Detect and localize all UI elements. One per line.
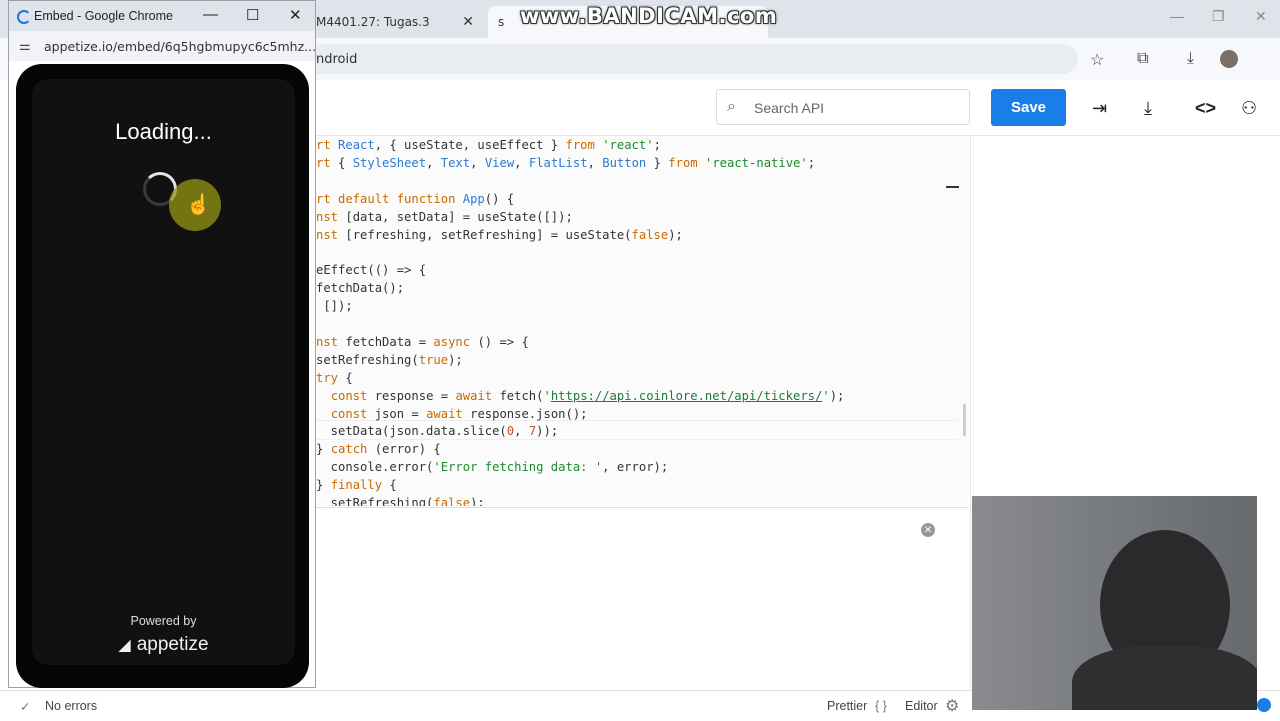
search-api-input[interactable]: ⌕ Search API xyxy=(716,89,970,125)
gear-icon[interactable]: ⚙ xyxy=(945,696,959,716)
device-frame: Loading... ☝ Powered by ◢ appetize xyxy=(16,64,309,688)
popup-titlebar[interactable]: Embed - Google Chrome — ☐ ✕ xyxy=(9,1,315,31)
tab-label: s xyxy=(498,15,505,29)
code-line[interactable]: fetchData(); xyxy=(316,279,404,297)
code-editor[interactable]: rt React, { useState, useEffect } from '… xyxy=(316,136,969,506)
close-console-icon[interactable]: ✕ xyxy=(921,523,935,537)
popup-url[interactable]: appetize.io/embed/6q5hgbmupyc6c5mhz... xyxy=(44,39,316,54)
address-bar-text[interactable]: ndroid xyxy=(316,52,357,67)
code-line[interactable]: nst [refreshing, setRefreshing] = useSta… xyxy=(316,226,683,244)
close-icon[interactable]: ✕ xyxy=(289,6,302,24)
appetize-logo-icon: ◢ xyxy=(118,637,131,654)
editor-scrollbar[interactable] xyxy=(963,404,966,436)
download-icon[interactable]: ⤓ xyxy=(1144,98,1152,119)
code-line[interactable]: const json = await response.json(); xyxy=(316,405,588,423)
search-icon: ⌕ xyxy=(727,98,736,115)
code-line[interactable]: try { xyxy=(316,369,353,387)
loading-spinner-icon xyxy=(17,10,31,24)
save-button[interactable]: Save xyxy=(991,89,1066,126)
code-line[interactable]: nst fetchData = async () => { xyxy=(316,333,529,351)
downloads-icon[interactable]: ⤓ xyxy=(1187,50,1194,68)
import-icon[interactable]: ⇥ xyxy=(1092,98,1107,119)
collapse-panel-icon[interactable] xyxy=(946,186,959,188)
loading-text: Loading... xyxy=(115,119,212,144)
code-line[interactable]: const response = await fetch('https://ap… xyxy=(316,387,845,405)
code-line[interactable]: setRefreshing(false); xyxy=(316,494,485,506)
braces-icon[interactable]: { } xyxy=(875,699,887,713)
extensions-icon[interactable]: ⧉ xyxy=(1137,50,1148,68)
powered-by-label: Powered by xyxy=(130,614,197,628)
notification-dot xyxy=(1257,698,1271,712)
embed-code-icon[interactable]: <> xyxy=(1195,98,1216,119)
minimize-icon[interactable]: — xyxy=(203,6,218,23)
popup-address-bar[interactable]: ⚌ appetize.io/embed/6q5hgbmupyc6c5mhz... xyxy=(9,31,316,61)
code-line[interactable]: eEffect(() => { xyxy=(316,261,426,279)
error-status[interactable]: No errors xyxy=(45,699,97,713)
device-screen[interactable]: Loading... ☝ Powered by ◢ appetize xyxy=(32,79,295,665)
appetize-logo: ◢ appetize xyxy=(118,634,209,655)
restore-icon[interactable]: ❐ xyxy=(1212,8,1225,25)
code-line[interactable]: rt default function App() { xyxy=(316,190,514,208)
address-bar[interactable] xyxy=(300,44,1078,74)
code-line[interactable]: rt React, { useState, useEffect } from '… xyxy=(316,136,661,154)
webcam-overlay xyxy=(972,496,1257,710)
bookmark-star-icon[interactable]: ☆ xyxy=(1090,50,1104,70)
embed-popup-window: Embed - Google Chrome — ☐ ✕ ⚌ appetize.i… xyxy=(8,0,316,688)
code-line[interactable]: setRefreshing(true); xyxy=(316,351,463,369)
popup-title: Embed - Google Chrome xyxy=(34,9,173,23)
browser-tab-tugas[interactable]: M4401.27: Tugas.3 ✕ xyxy=(316,6,482,38)
code-line[interactable]: rt { StyleSheet, Text, View, FlatList, B… xyxy=(316,154,815,172)
code-line[interactable]: setData(json.data.slice(0, 7)); xyxy=(316,422,559,440)
code-line[interactable]: console.error('Error fetching data: ', e… xyxy=(316,458,669,476)
code-line[interactable]: []); xyxy=(316,297,352,315)
recording-watermark: www.BANDICAM.com xyxy=(520,4,778,28)
maximize-icon[interactable]: ☐ xyxy=(246,6,259,24)
cursor-highlight: ☝ xyxy=(169,179,221,231)
close-window-icon[interactable]: ✕ xyxy=(1255,8,1267,25)
tab-close-icon[interactable]: ✕ xyxy=(462,14,474,30)
prettier-label[interactable]: Prettier xyxy=(827,699,867,713)
profile-avatar[interactable] xyxy=(1220,50,1238,68)
code-line[interactable]: nst [data, setData] = useState([]); xyxy=(316,208,573,226)
user-icon[interactable]: ⚇ xyxy=(1241,98,1257,119)
site-info-icon[interactable]: ⚌ xyxy=(19,38,31,54)
code-line[interactable]: } catch (error) { xyxy=(316,440,441,458)
console-panel xyxy=(316,507,969,690)
check-icon: ✓ xyxy=(20,700,31,714)
code-line[interactable]: } finally { xyxy=(316,476,397,494)
hand-cursor-icon: ☝ xyxy=(186,194,211,216)
tab-label: M4401.27: Tugas.3 xyxy=(316,15,430,29)
editor-label[interactable]: Editor xyxy=(905,699,938,713)
minimize-icon[interactable]: — xyxy=(1170,8,1184,24)
search-placeholder: Search API xyxy=(754,100,825,116)
